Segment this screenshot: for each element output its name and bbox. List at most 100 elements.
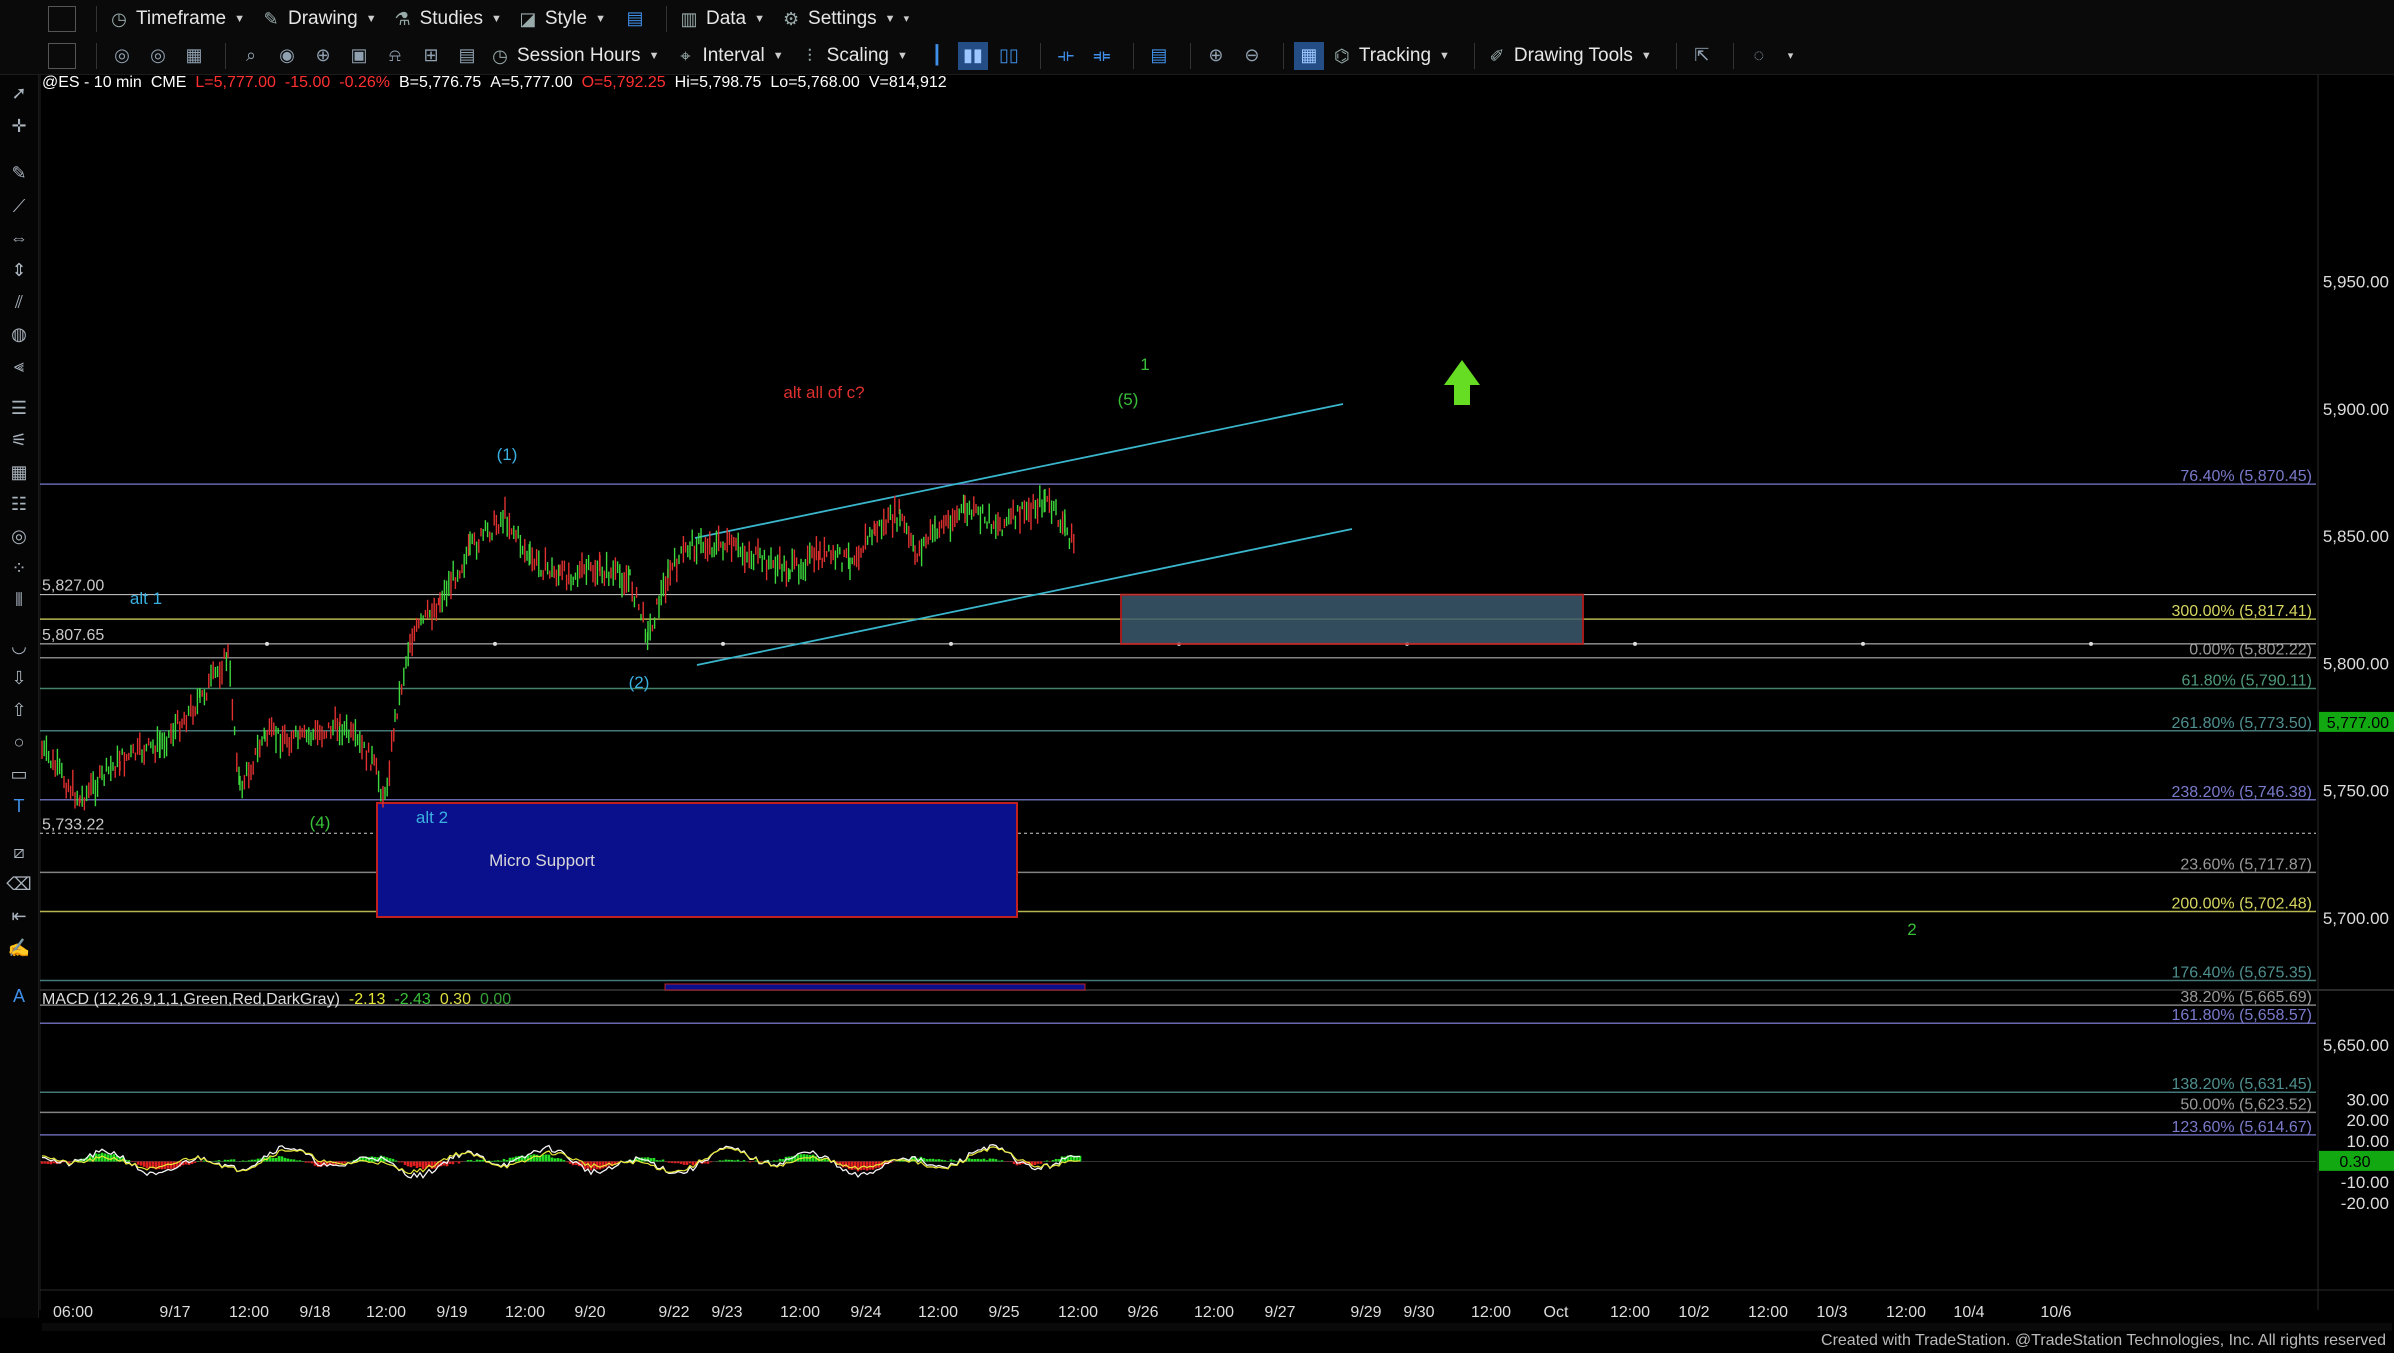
- time-tick: 10/2: [1678, 1304, 1709, 1321]
- time-tick: 9/20: [574, 1304, 605, 1321]
- macd-tick: 10.00: [2346, 1132, 2389, 1151]
- time-tick: 9/22: [658, 1304, 689, 1321]
- ask-price: A=5,777.00: [490, 74, 573, 91]
- macd-tick: 30.00: [2346, 1090, 2389, 1109]
- symbol-bar: @ES - 10 min CME L=5,777.00 -15.00 -0.26% B=5…: [42, 74, 956, 92]
- fib-label: 200.00% (5,702.48): [2171, 895, 2312, 912]
- open-price: O=5,792.25: [581, 74, 666, 91]
- price-tick: 5,950.00: [2323, 273, 2389, 292]
- annotation-label: (5): [1118, 390, 1139, 409]
- time-tick: 12:00: [505, 1304, 545, 1321]
- annotation-label: alt 1: [130, 589, 162, 608]
- annotation-label: Micro Support: [489, 851, 595, 870]
- macd-tick: -20.00: [2341, 1194, 2389, 1213]
- symbol-label[interactable]: @ES - 10 min: [42, 74, 142, 91]
- time-tick: 9/29: [1350, 1304, 1381, 1321]
- fib-label: 123.60% (5,614.67): [2171, 1119, 2312, 1136]
- time-tick: 12:00: [918, 1304, 958, 1321]
- low-price: Lo=5,768.00: [770, 74, 860, 91]
- price-tick: 5,850.00: [2323, 527, 2389, 546]
- footer-credit: Created with TradeStation. @TradeStation…: [1821, 1332, 2386, 1349]
- support-box-lower: [664, 983, 1086, 991]
- time-tick: 06:00: [53, 1304, 93, 1321]
- exchange-label: CME: [150, 74, 187, 91]
- price-tick: 5,750.00: [2323, 782, 2389, 801]
- annotation-label: 1: [1140, 355, 1149, 374]
- macd-tick: 20.00: [2346, 1111, 2389, 1130]
- time-tick: 9/17: [159, 1304, 190, 1321]
- price-chart[interactable]: 76.40% (5,870.45)300.00% (5,817.41)0.00%…: [0, 0, 2394, 1353]
- fib-label: 38.20% (5,665.69): [2180, 989, 2312, 1006]
- time-tick: 12:00: [1886, 1304, 1926, 1321]
- time-axis: 06:00 9/17 12:00 9/18 12:00 9/19 12:00 9/20 9/22…: [42, 1304, 2392, 1331]
- time-tick: 9/24: [850, 1304, 881, 1321]
- level-marker: [2089, 641, 2093, 646]
- level-marker: [1861, 641, 1865, 646]
- time-tick: 12:00: [1194, 1304, 1234, 1321]
- macd-current-label: 0.30: [2339, 1154, 2370, 1171]
- level-marker: [265, 641, 269, 646]
- time-tick: 12:00: [1748, 1304, 1788, 1321]
- chart-background: [40, 75, 2394, 1333]
- annotation-label: alt 2: [416, 808, 448, 827]
- time-tick: 10/4: [1953, 1304, 1984, 1321]
- time-tick: 12:00: [229, 1304, 269, 1321]
- fib-label: 76.40% (5,870.45): [2180, 468, 2312, 485]
- time-tick: 12:00: [1058, 1304, 1098, 1321]
- fib-label: 261.80% (5,773.50): [2171, 715, 2312, 732]
- pct-change: -0.26%: [339, 74, 390, 91]
- level-marker: [721, 641, 725, 646]
- level-label: 5,807.65: [42, 627, 104, 644]
- annotation-label: (2): [629, 673, 650, 692]
- time-tick: 9/19: [436, 1304, 467, 1321]
- last-price: L=5,777.00: [195, 74, 276, 91]
- time-tick: 9/18: [299, 1304, 330, 1321]
- fib-label: 176.40% (5,675.35): [2171, 965, 2312, 982]
- net-change: -15.00: [284, 74, 331, 91]
- time-tick: 10/3: [1816, 1304, 1847, 1321]
- time-scrollbar: [42, 1323, 2392, 1331]
- level-marker: [1633, 641, 1637, 646]
- macd-legend: MACD (12,26,9,1,1,Green,Red,DarkGray) -2.…: [42, 991, 520, 1009]
- level-label: 5,733.22: [42, 816, 104, 833]
- annotation-label: 2: [1907, 920, 1916, 939]
- macd-title[interactable]: MACD (12,26,9,1,1,Green,Red,DarkGray): [42, 991, 340, 1008]
- time-tick: 9/27: [1264, 1304, 1295, 1321]
- macd-value-2: -2.43: [394, 991, 431, 1008]
- time-tick: 9/30: [1403, 1304, 1434, 1321]
- time-tick: 12:00: [780, 1304, 820, 1321]
- annotation-label: (4): [310, 813, 331, 832]
- price-tick: 5,900.00: [2323, 400, 2389, 419]
- level-label: 5,827.00: [42, 578, 104, 595]
- time-tick: 12:00: [1610, 1304, 1650, 1321]
- level-marker: [949, 641, 953, 646]
- macd-value-4: 0.00: [479, 991, 512, 1008]
- macd-tick: -10.00: [2341, 1173, 2389, 1192]
- time-tick: 12:00: [366, 1304, 406, 1321]
- fib-label: 23.60% (5,717.87): [2180, 856, 2312, 873]
- micro-support-box: [376, 802, 1018, 918]
- target-box: [1120, 593, 1584, 645]
- price-tick: 5,700.00: [2323, 909, 2389, 928]
- price-tick: 5,650.00: [2323, 1036, 2389, 1055]
- time-tick: Oct: [1544, 1304, 1569, 1321]
- macd-value-1: -2.13: [348, 991, 386, 1008]
- level-marker: [493, 641, 497, 646]
- fib-label: 50.00% (5,623.52): [2180, 1096, 2312, 1113]
- macd-value-3: 0.30: [439, 991, 471, 1008]
- time-tick: 9/25: [988, 1304, 1019, 1321]
- current-price-label: 5,777.00: [2327, 715, 2389, 732]
- fib-label: 238.20% (5,746.38): [2171, 784, 2312, 801]
- time-tick: 9/26: [1127, 1304, 1158, 1321]
- high-price: Hi=5,798.75: [674, 74, 762, 91]
- annotation-label: (1): [497, 445, 518, 464]
- fib-label: 300.00% (5,817.41): [2171, 603, 2312, 620]
- fib-label: 61.80% (5,790.11): [2182, 673, 2312, 690]
- time-tick: 12:00: [1471, 1304, 1511, 1321]
- price-tick: 5,800.00: [2323, 654, 2389, 673]
- time-tick: 10/6: [2040, 1304, 2071, 1321]
- time-tick: 9/23: [711, 1304, 742, 1321]
- fib-label: 138.20% (5,631.45): [2171, 1076, 2312, 1093]
- volume: V=814,912: [868, 74, 947, 91]
- bid-price: B=5,776.75: [399, 74, 482, 91]
